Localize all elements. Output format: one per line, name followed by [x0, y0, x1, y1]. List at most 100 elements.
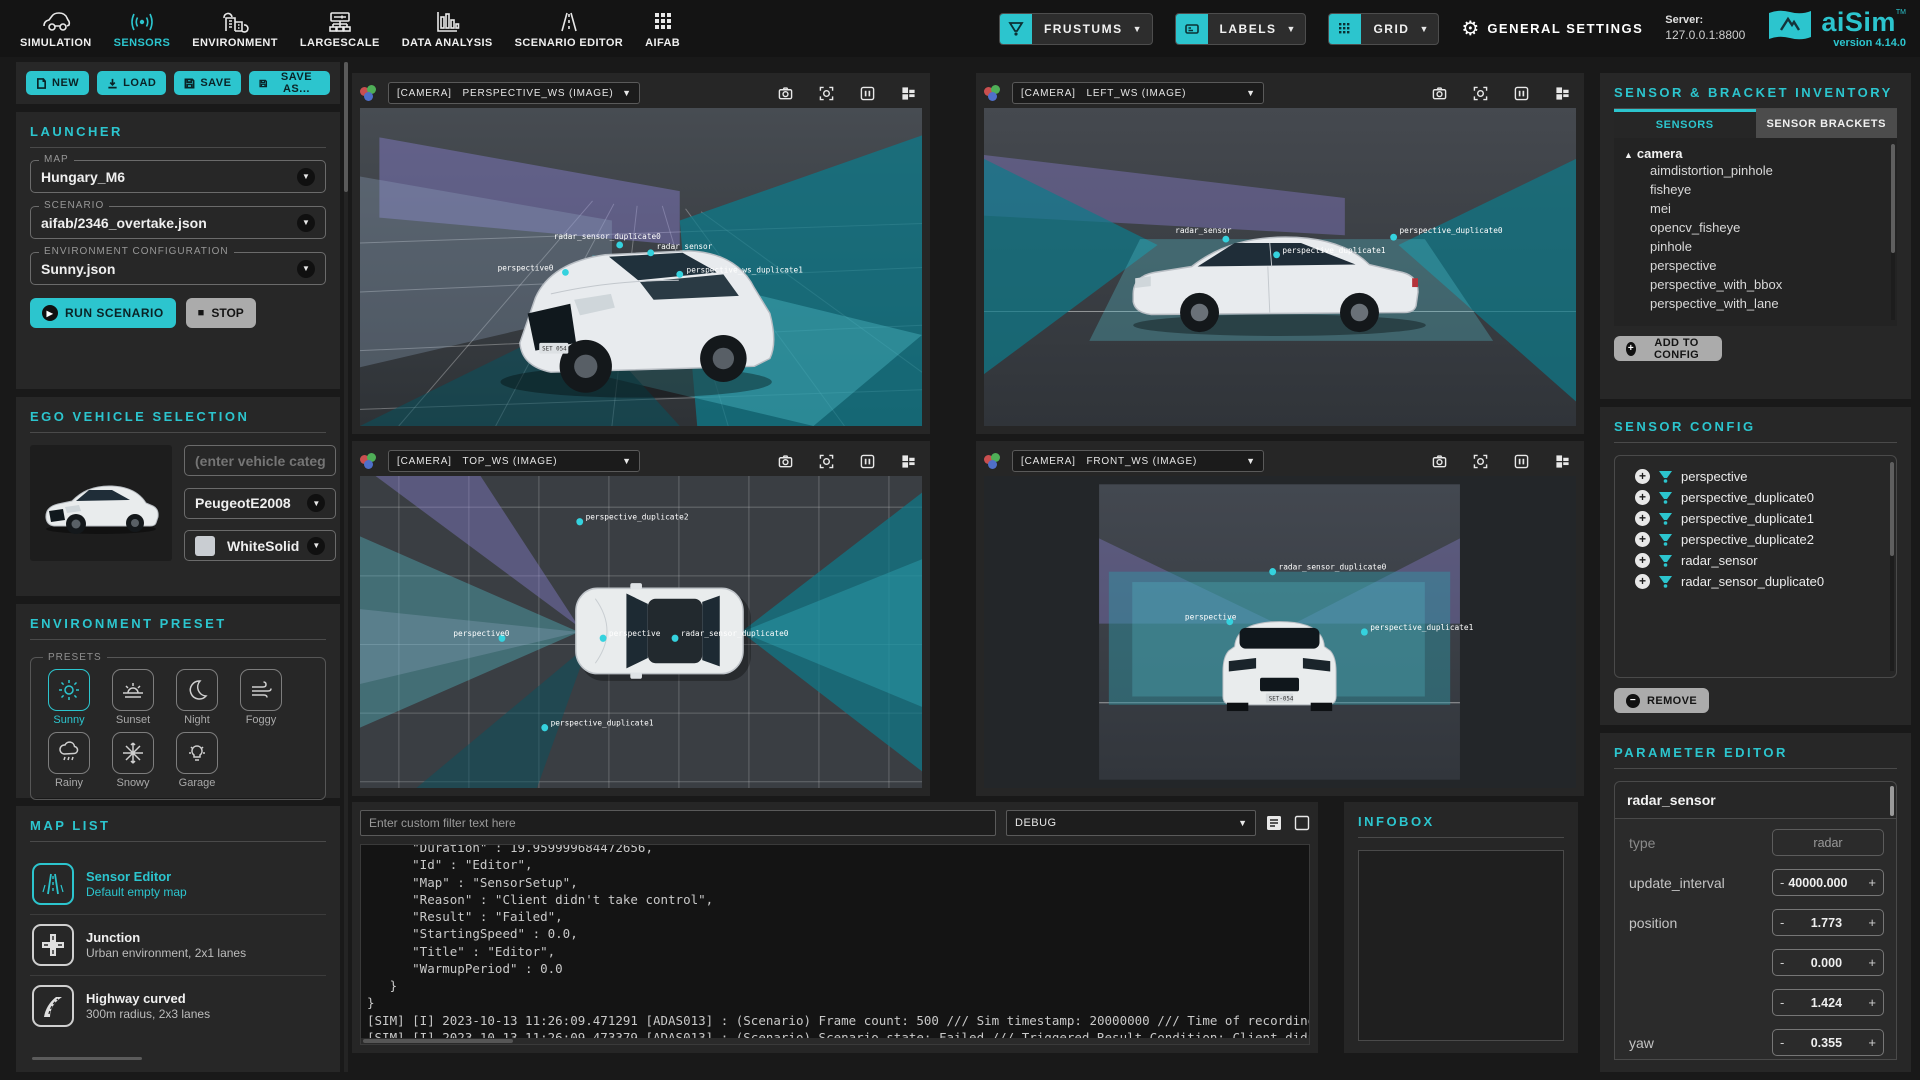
sensor-config-item[interactable]: + radar_sensor	[1623, 550, 1888, 571]
position-y-stepper[interactable]: - 0.000 +	[1772, 949, 1884, 976]
sensor-config-item[interactable]: + radar_sensor_duplicate0	[1623, 571, 1888, 592]
preset-foggy[interactable]: Foggy	[237, 669, 285, 726]
vehicle-category-input[interactable]	[195, 453, 325, 469]
save-as-button[interactable]: SAVE AS...	[249, 71, 330, 95]
labels-toggle[interactable]: LABELS ▼	[1175, 13, 1307, 45]
layout-icon[interactable]	[1555, 86, 1570, 101]
sensor-config-item[interactable]: + perspective_duplicate1	[1623, 508, 1888, 529]
increment-icon[interactable]: +	[1868, 915, 1876, 930]
increment-icon[interactable]: +	[1868, 995, 1876, 1010]
pause-icon[interactable]	[860, 454, 875, 469]
snapshot-icon[interactable]	[778, 454, 793, 469]
log-horizontal-scrollbar[interactable]	[361, 1038, 1309, 1044]
sensor-config-item[interactable]: + perspective	[1623, 466, 1888, 487]
preset-night[interactable]: Night	[173, 669, 221, 726]
focus-icon[interactable]	[819, 86, 834, 101]
nav-environment[interactable]: ENVIRONMENT	[186, 5, 284, 53]
remove-button[interactable]: − REMOVE	[1614, 688, 1709, 713]
update-interval-stepper[interactable]: - 40000.000 +	[1772, 869, 1884, 896]
tree-scrollbar[interactable]	[1891, 144, 1895, 320]
map-list-scrollbar[interactable]	[32, 1057, 142, 1060]
viewport-source-select[interactable]: [CAMERA] TOP_WS (IMAGE) ▼	[388, 450, 640, 472]
nav-largescale[interactable]: LARGESCALE	[294, 5, 386, 53]
scenario-select[interactable]: SCENARIO aifab/2346_overtake.json ▼	[30, 206, 326, 239]
preset-rainy[interactable]: Rainy	[45, 732, 93, 789]
focus-icon[interactable]	[1473, 454, 1488, 469]
expand-icon[interactable]: +	[1635, 490, 1650, 505]
run-scenario-button[interactable]: ▶ RUN SCENARIO	[30, 298, 176, 328]
new-button[interactable]: NEW	[26, 71, 89, 95]
nav-simulation[interactable]: SIMULATION	[14, 5, 98, 53]
parameter-editor-scrollbar[interactable]	[1890, 786, 1894, 816]
tree-item[interactable]: perspective_with_lane	[1624, 294, 1887, 313]
tree-item[interactable]: perspective_with_bbox	[1624, 275, 1887, 294]
yaw-value[interactable]: 0.355	[1784, 1036, 1868, 1050]
increment-icon[interactable]: +	[1868, 1035, 1876, 1050]
frustums-toggle[interactable]: FRUSTUMS ▼	[999, 13, 1153, 45]
general-settings-button[interactable]: ⚙ GENERAL SETTINGS	[1461, 16, 1643, 41]
tree-group-camera[interactable]: ▲camera	[1624, 146, 1887, 161]
expand-icon[interactable]: +	[1635, 469, 1650, 484]
tree-item[interactable]: aimdistortion_pinhole	[1624, 161, 1887, 180]
layout-icon[interactable]	[901, 454, 916, 469]
tree-item[interactable]: perspective	[1624, 256, 1887, 275]
viewport-source-select[interactable]: [CAMERA] PERSPECTIVE_WS (IMAGE) ▼	[388, 82, 640, 104]
nav-sensors[interactable]: SENSORS	[108, 5, 177, 53]
nav-aifab[interactable]: AIFAB	[639, 5, 686, 53]
position-x-value[interactable]: 1.773	[1784, 916, 1868, 930]
tree-item[interactable]: mei	[1624, 199, 1887, 218]
position-x-stepper[interactable]: - 1.773 +	[1772, 909, 1884, 936]
position-z-value[interactable]: 1.424	[1784, 996, 1868, 1010]
nav-scenario-editor[interactable]: SCENARIO EDITOR	[509, 5, 629, 53]
vehicle-model-select[interactable]: PeugeotE2008 ▼	[184, 488, 336, 519]
log-list-icon[interactable]	[1266, 815, 1282, 831]
sensor-config-item[interactable]: + perspective_duplicate2	[1623, 529, 1888, 550]
tree-item[interactable]: pinhole	[1624, 237, 1887, 256]
increment-icon[interactable]: +	[1868, 955, 1876, 970]
yaw-stepper[interactable]: - 0.355 +	[1772, 1029, 1884, 1056]
add-to-config-button[interactable]: + ADD TO CONFIG	[1614, 336, 1722, 361]
layout-icon[interactable]	[901, 86, 916, 101]
tab-sensors[interactable]: SENSORS	[1614, 109, 1756, 138]
environment-config-select[interactable]: ENVIRONMENT CONFIGURATION Sunny.json ▼	[30, 252, 326, 285]
update-interval-value[interactable]: 40000.000	[1784, 876, 1868, 890]
nav-data-analysis[interactable]: DATA ANALYSIS	[396, 5, 499, 53]
tab-sensor-brackets[interactable]: SENSOR BRACKETS	[1756, 109, 1898, 138]
position-y-value[interactable]: 0.000	[1784, 956, 1868, 970]
preset-garage[interactable]: Garage	[173, 732, 221, 789]
map-item-sensor-editor[interactable]: Sensor Editor Default empty map	[30, 854, 326, 915]
save-button[interactable]: SAVE	[174, 71, 241, 95]
increment-icon[interactable]: +	[1868, 875, 1876, 890]
camera-view-perspective[interactable]: SET 054 radar_sensor_duplicate0 radar_se…	[360, 108, 922, 426]
map-item-junction[interactable]: Junction Urban environment, 2x1 lanes	[30, 915, 326, 976]
map-item-highway-curved[interactable]: Highway curved 300m radius, 2x3 lanes	[30, 976, 326, 1036]
layout-icon[interactable]	[1555, 454, 1570, 469]
snapshot-icon[interactable]	[1432, 86, 1447, 101]
pause-icon[interactable]	[1514, 454, 1529, 469]
expand-icon[interactable]: +	[1635, 532, 1650, 547]
pause-icon[interactable]	[860, 86, 875, 101]
log-output[interactable]: "Duration" : 19.959999684472656, "Id" : …	[360, 844, 1310, 1045]
camera-view-front[interactable]: SET-054 radar_sensor_duplicate0 perspect…	[984, 476, 1576, 788]
focus-icon[interactable]	[1473, 86, 1488, 101]
sensor-config-item[interactable]: + perspective_duplicate0	[1623, 487, 1888, 508]
preset-sunny[interactable]: Sunny	[45, 669, 93, 726]
grid-toggle[interactable]: GRID ▼	[1328, 13, 1439, 45]
preset-sunset[interactable]: Sunset	[109, 669, 157, 726]
expand-icon[interactable]: +	[1635, 574, 1650, 589]
pause-icon[interactable]	[1514, 86, 1529, 101]
viewport-source-select[interactable]: [CAMERA] FRONT_WS (IMAGE) ▼	[1012, 450, 1264, 472]
focus-icon[interactable]	[819, 454, 834, 469]
log-level-select[interactable]: DEBUG ▼	[1006, 810, 1256, 836]
log-filter-input[interactable]	[360, 810, 996, 836]
vehicle-category-field[interactable]	[184, 445, 336, 476]
expand-icon[interactable]: +	[1635, 511, 1650, 526]
snapshot-icon[interactable]	[1432, 454, 1447, 469]
left-scrollbar[interactable]	[344, 62, 348, 1072]
tree-item[interactable]: opencv_fisheye	[1624, 218, 1887, 237]
stop-button[interactable]: ■ STOP	[186, 298, 256, 328]
preset-snowy[interactable]: Snowy	[109, 732, 157, 789]
sensor-config-scrollbar[interactable]	[1890, 462, 1894, 671]
snapshot-icon[interactable]	[778, 86, 793, 101]
camera-view-left[interactable]: radar_sensor perspective_duplicate0 pers…	[984, 108, 1576, 426]
